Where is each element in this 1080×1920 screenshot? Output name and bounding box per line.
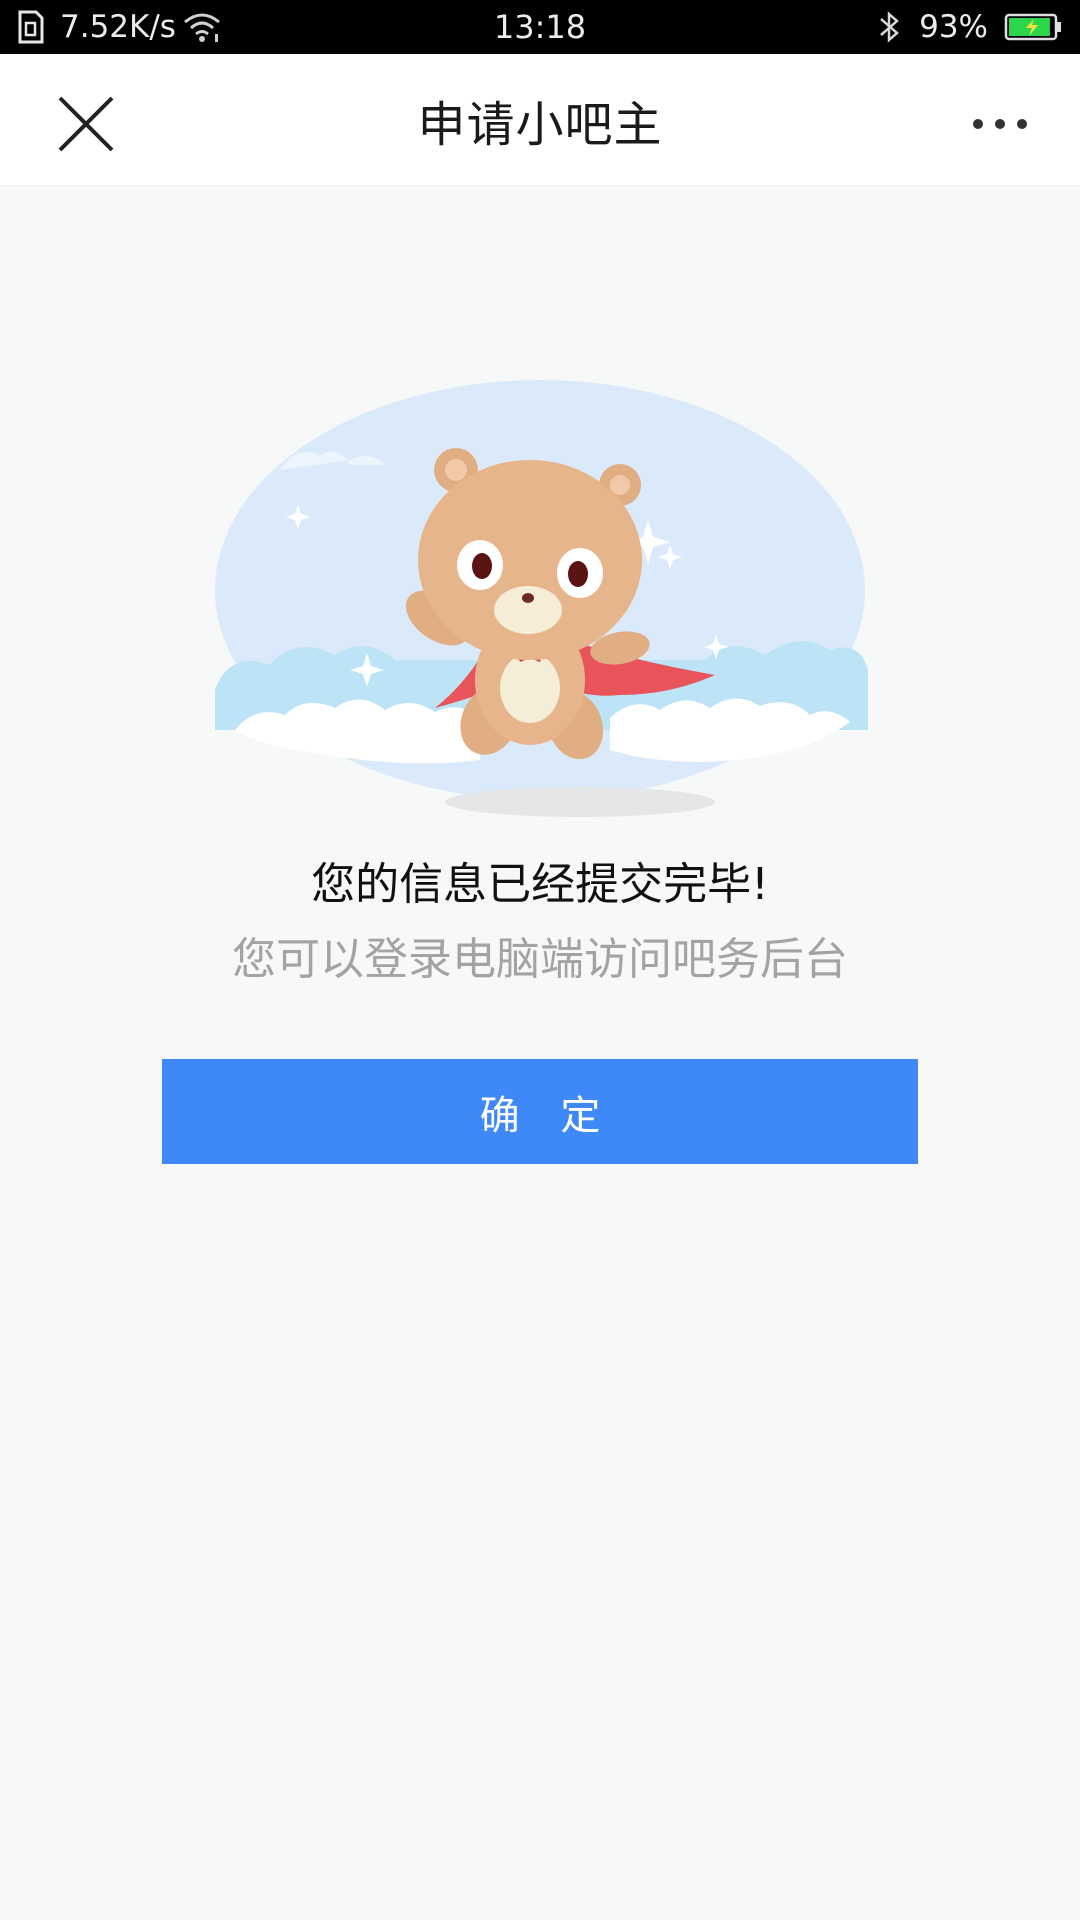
success-headline: 您的信息已经提交完毕!: [311, 859, 769, 910]
page-title: 申请小吧主: [417, 96, 663, 153]
more-dots-icon: [973, 119, 1027, 129]
confirm-button[interactable]: 确 定: [162, 1059, 918, 1164]
status-right: 93%: [875, 0, 1064, 54]
network-speed: 7.52K/s: [60, 9, 176, 45]
flying-bear-illustration: [215, 380, 868, 817]
more-button[interactable]: [964, 100, 1036, 148]
nav-bar: 申请小吧主: [0, 54, 1080, 186]
status-bar: 7.52K/s 13:18 93%: [0, 0, 1080, 54]
wifi-icon: [184, 13, 220, 42]
battery-charging-icon: [1004, 13, 1061, 41]
clock: 13:18: [493, 8, 587, 46]
status-left: 7.52K/s: [16, 0, 222, 54]
success-subline: 您可以登录电脑端访问吧务后台: [232, 934, 848, 985]
battery-percent: 93%: [919, 9, 988, 45]
bluetooth-icon: [880, 11, 899, 43]
sim-card-icon: [18, 10, 44, 44]
